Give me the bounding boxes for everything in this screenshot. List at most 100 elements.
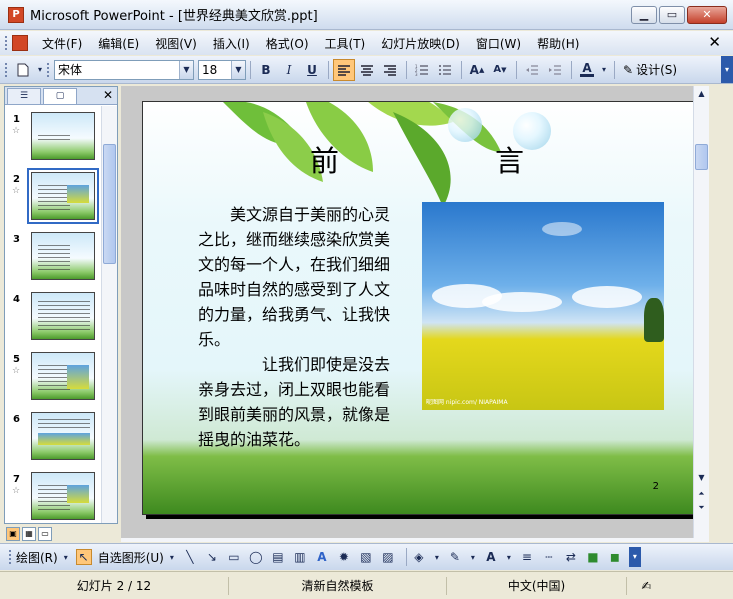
slide-thumbnail-row[interactable]: 1 ☆ [5, 110, 101, 166]
slide-title-right[interactable]: 言 [495, 138, 524, 180]
slide-thumbnail[interactable] [31, 112, 95, 160]
arrow-icon[interactable]: ↘ [204, 549, 220, 565]
toolbar-grip[interactable] [8, 549, 12, 565]
bullets-icon[interactable] [434, 59, 456, 81]
scroll-up-icon[interactable]: ▲ [695, 88, 708, 102]
autoshapes-button[interactable]: 自选图形(U) [98, 549, 164, 566]
slide-sorter-view-icon[interactable]: ▦ [22, 527, 36, 541]
line-color-icon[interactable]: ✎ [447, 549, 463, 565]
slide-thumbnail-row[interactable]: 3 [5, 230, 101, 286]
menu-edit[interactable]: 编辑(E) [92, 33, 145, 54]
chevron-down-icon[interactable]: ▾ [62, 549, 70, 565]
slide-title-left[interactable]: 前 [310, 138, 339, 180]
chevron-down-icon[interactable]: ▼ [231, 60, 245, 79]
scroll-thumb[interactable] [695, 144, 708, 170]
wordart-icon[interactable]: A [314, 549, 330, 565]
underline-button[interactable]: U [301, 59, 323, 81]
menu-help[interactable]: 帮助(H) [531, 33, 585, 54]
design-button[interactable]: ✎ 设计(S) [619, 61, 681, 78]
slide-thumbnail-row[interactable]: 2 ☆ [5, 168, 101, 226]
slide-body-text[interactable]: 美文源自于美丽的心灵之比，继而继续感染欣赏美文的每一个人，在我们细细品味时自然的… [198, 202, 402, 452]
close-document-icon[interactable]: ✕ [708, 33, 721, 51]
slide-thumbnail-row[interactable]: 4 [5, 290, 101, 346]
align-center-icon[interactable] [356, 59, 378, 81]
slide-thumbnail-selected[interactable] [27, 168, 99, 224]
align-right-icon[interactable] [379, 59, 401, 81]
slideshow-view-icon[interactable]: ▭ [38, 527, 52, 541]
picture-icon[interactable]: ▨ [380, 549, 396, 565]
decrease-indent-icon[interactable] [521, 59, 543, 81]
select-objects-icon[interactable]: ↖ [75, 549, 92, 565]
chevron-down-icon[interactable]: ▾ [168, 549, 176, 565]
slide-canvas[interactable]: 前 言 美文源自于美丽的心灵之比，继而继续感染欣赏美文的每一个人，在我们细细品味… [142, 101, 694, 515]
draw-menu-button[interactable]: 绘图(R) [16, 549, 58, 566]
font-color-draw-icon[interactable]: A [483, 549, 499, 565]
toolbar-grip[interactable] [46, 61, 50, 78]
chevron-down-icon[interactable]: ▾ [599, 59, 609, 81]
menu-format[interactable]: 格式(O) [260, 33, 315, 54]
slide-thumbnail[interactable] [31, 412, 95, 460]
arrow-style-icon[interactable]: ⇄ [563, 549, 579, 565]
document-icon[interactable] [12, 35, 28, 51]
new-document-icon[interactable] [12, 59, 34, 81]
align-left-icon[interactable] [333, 58, 355, 81]
minimize-button[interactable]: ▁ [631, 6, 657, 24]
slide-thumbnail[interactable] [31, 232, 95, 280]
font-name-select[interactable]: 宋体 ▼ [54, 59, 194, 80]
spelling-check-icon[interactable]: ✍ [626, 576, 666, 595]
slide-thumbnail-row[interactable]: 5 ☆ [5, 350, 101, 406]
chevron-down-icon[interactable]: ▾ [505, 549, 513, 565]
scroll-thumb[interactable] [103, 144, 116, 264]
font-size-select[interactable]: 18 ▼ [198, 59, 246, 80]
scroll-down-icon[interactable]: ▼ [695, 472, 708, 486]
horizontal-scrollbar[interactable] [121, 538, 709, 542]
italic-button[interactable]: I [278, 59, 300, 81]
menu-insert[interactable]: 插入(I) [207, 33, 256, 54]
maximize-button[interactable]: ▭ [659, 6, 685, 24]
dash-style-icon[interactable]: ┄ [541, 549, 557, 565]
menu-window[interactable]: 窗口(W) [470, 33, 527, 54]
rapeseed-field-photo[interactable]: 昵图网 nipic.com/ NIAPAIMA [422, 202, 664, 410]
line-style-icon[interactable]: ≡ [519, 549, 535, 565]
tab-outline[interactable]: ☰ [7, 88, 41, 104]
decrease-font-size-icon[interactable]: A ▼ [489, 59, 511, 81]
bold-button[interactable]: B [255, 59, 277, 81]
toolbar-grip[interactable] [4, 35, 8, 51]
diagram-icon[interactable]: ✹ [336, 549, 352, 565]
rectangle-icon[interactable]: ▭ [226, 549, 242, 565]
toolbar-options-icon[interactable]: ▾ [628, 547, 641, 567]
slide-thumbnail[interactable] [31, 292, 95, 340]
text-box-icon[interactable]: ▤ [270, 549, 286, 565]
normal-view-icon[interactable]: ▣ [6, 527, 20, 541]
3d-style-icon[interactable]: ◼ [607, 549, 623, 565]
menu-slideshow[interactable]: 幻灯片放映(D) [375, 33, 466, 54]
oval-icon[interactable]: ◯ [248, 549, 264, 565]
toolbar-options-icon[interactable]: ▾ [721, 56, 733, 83]
fill-color-icon[interactable]: ◈ [411, 549, 427, 565]
thumbnail-scrollbar[interactable] [101, 106, 117, 523]
close-window-button[interactable]: ✕ [687, 6, 727, 24]
chevron-down-icon[interactable]: ▾ [433, 549, 441, 565]
increase-indent-icon[interactable] [544, 59, 566, 81]
slide-thumbnail-row[interactable]: 7 ☆ [5, 470, 101, 523]
tab-slides[interactable]: ▢ [43, 88, 77, 104]
increase-font-size-icon[interactable]: A ▲ [466, 59, 488, 81]
slide-thumbnail[interactable] [31, 472, 95, 520]
menu-tools[interactable]: 工具(T) [319, 33, 372, 54]
previous-slide-icon[interactable]: ⏶ [695, 488, 708, 502]
close-icon[interactable]: ✕ [103, 88, 113, 102]
menu-view[interactable]: 视图(V) [149, 33, 203, 54]
toolbar-options-icon[interactable]: ▾ [35, 59, 45, 81]
toolbar-grip[interactable] [4, 61, 8, 78]
numbering-icon[interactable]: 123 [411, 59, 433, 81]
slide-scrollbar[interactable]: ▲ ▼ ⏶ ⏷ [693, 86, 709, 538]
font-color-icon[interactable]: A [576, 59, 598, 81]
shadow-style-icon[interactable]: ■ [585, 549, 601, 565]
slide-thumbnail[interactable] [31, 352, 95, 400]
line-icon[interactable]: ╲ [182, 549, 198, 565]
slide-thumbnail-row[interactable]: 6 [5, 410, 101, 466]
vertical-text-box-icon[interactable]: ▥ [292, 549, 308, 565]
clip-art-icon[interactable]: ▧ [358, 549, 374, 565]
chevron-down-icon[interactable]: ▼ [179, 60, 193, 79]
next-slide-icon[interactable]: ⏷ [695, 502, 708, 516]
